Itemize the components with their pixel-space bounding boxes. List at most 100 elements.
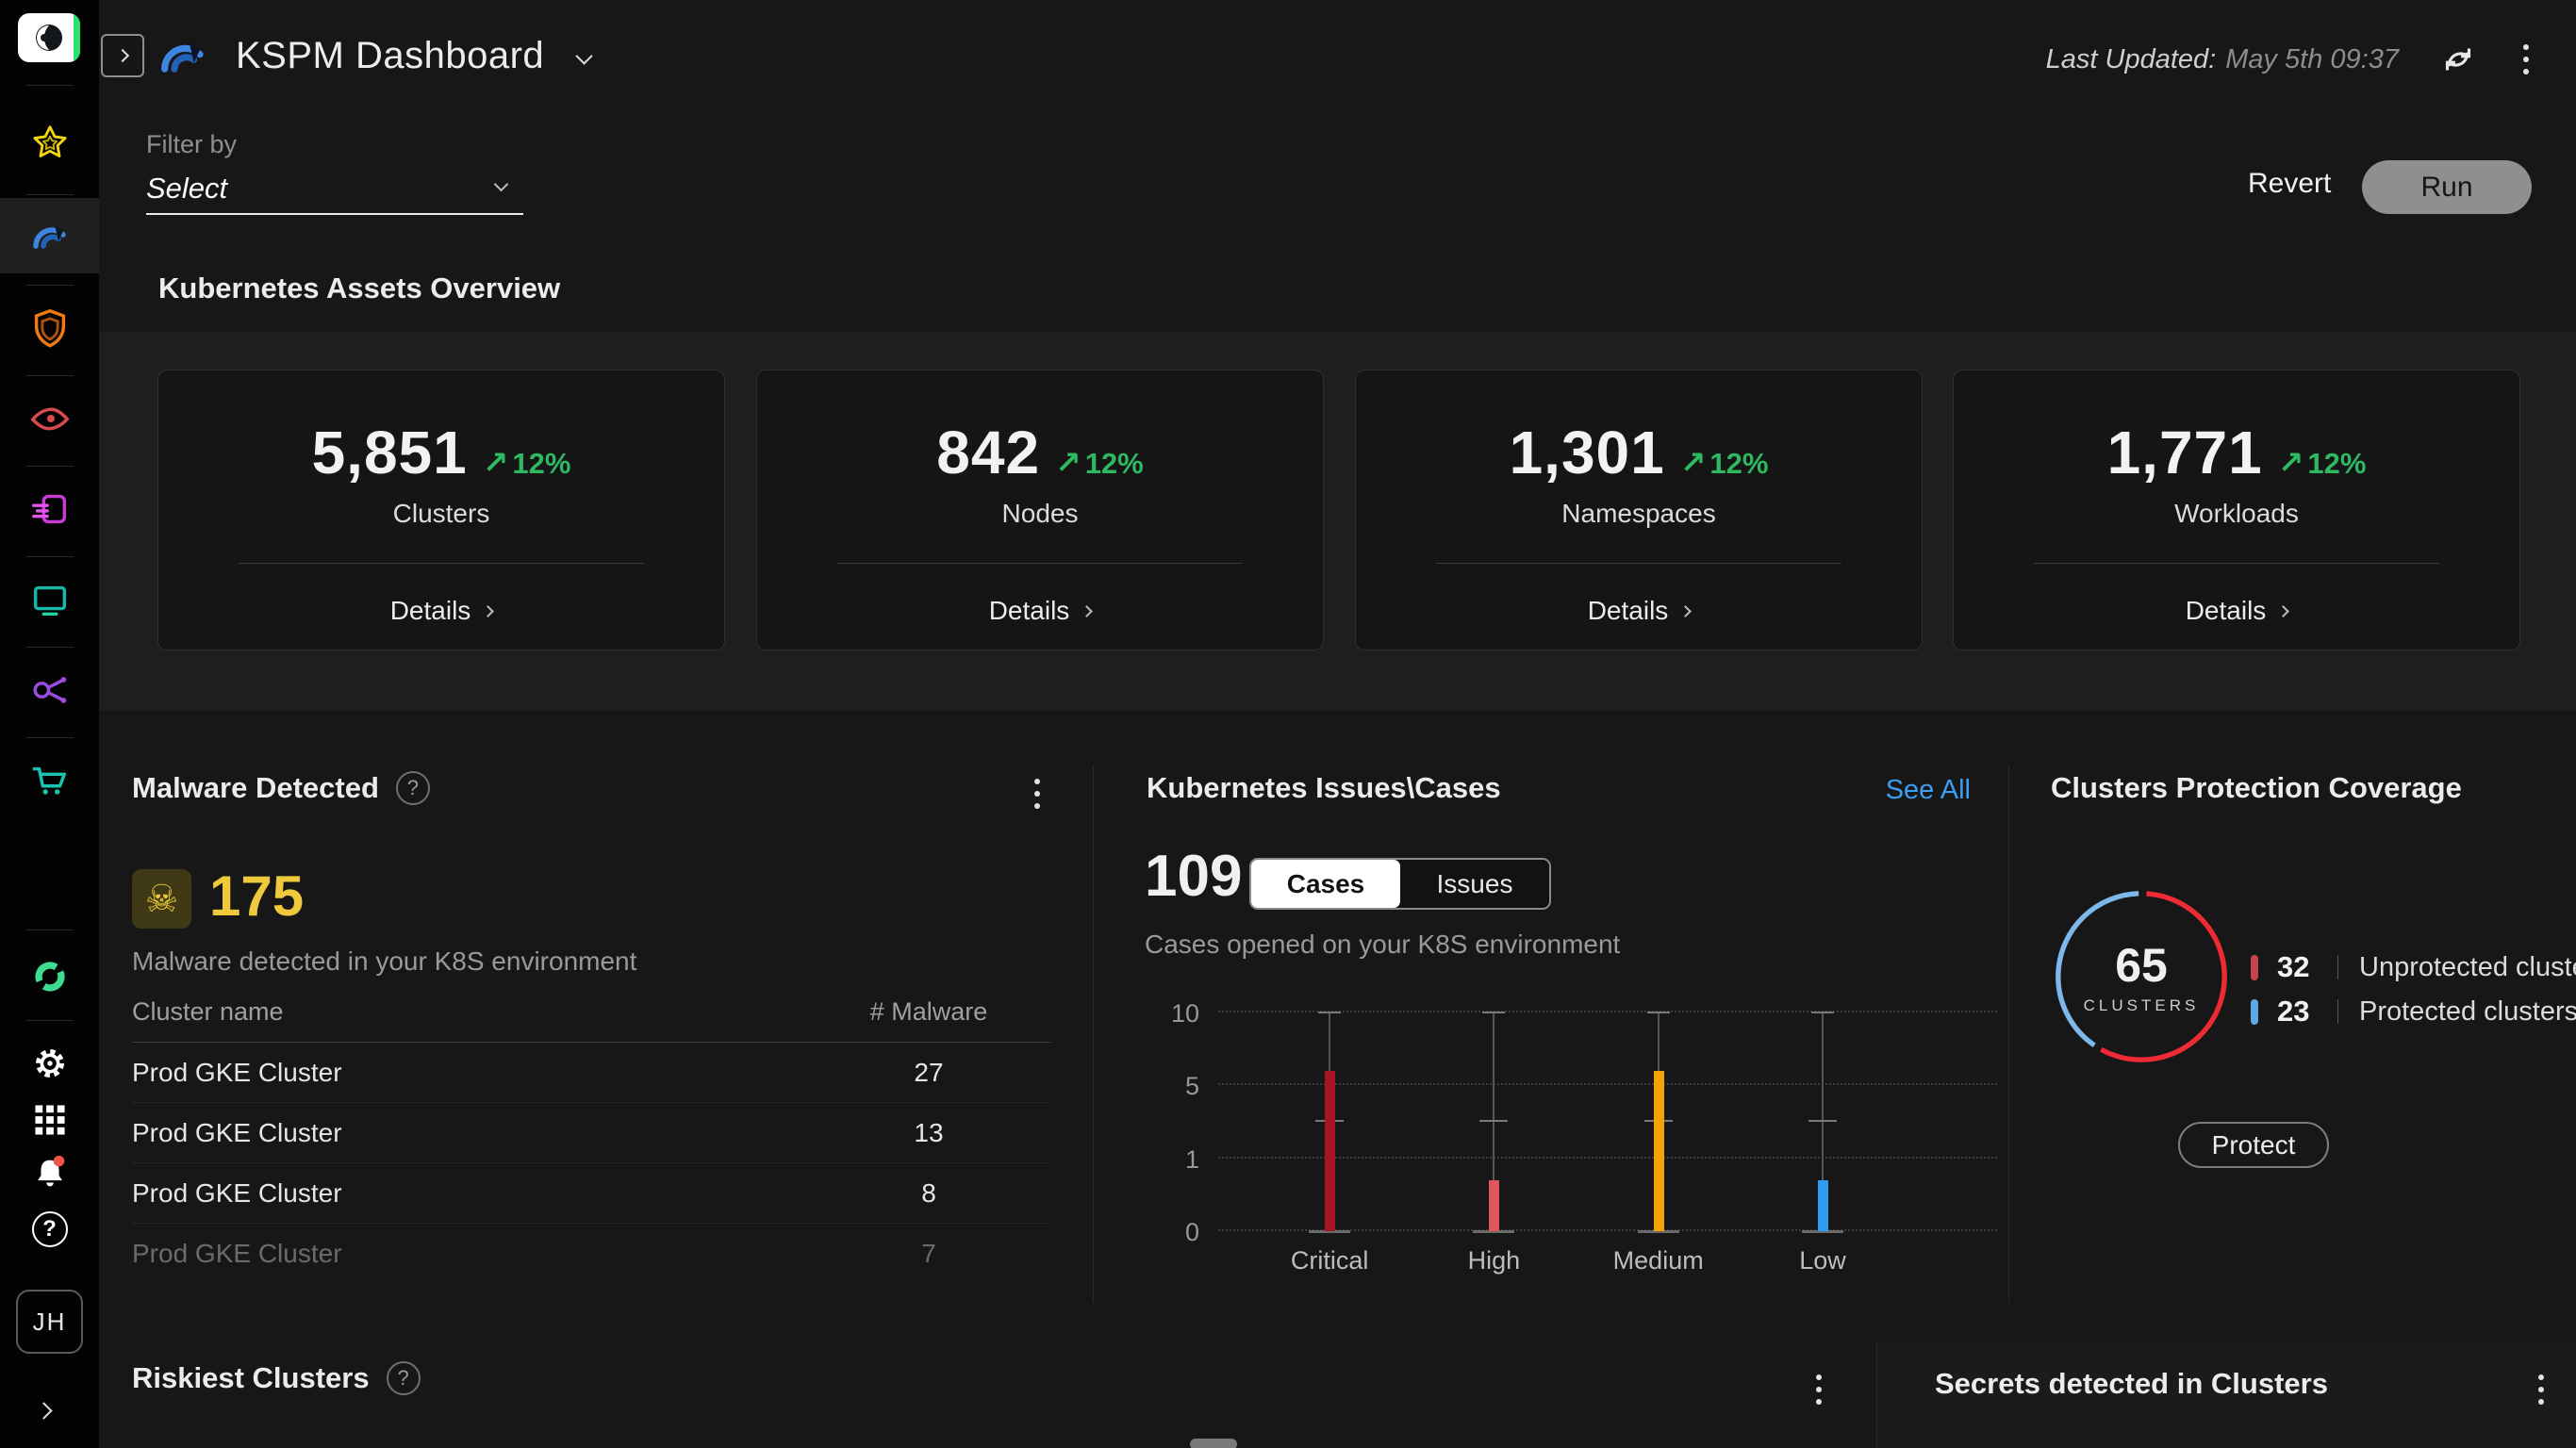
chevron-right-icon — [1081, 604, 1094, 617]
sidebar-item-compliance[interactable] — [0, 106, 99, 181]
tab-cases[interactable]: Cases — [1251, 860, 1400, 908]
stat-value: 842 — [936, 419, 1041, 486]
chevron-right-icon — [1679, 604, 1693, 617]
last-updated: Last Updated: May 5th 09:37 — [2045, 43, 2399, 74]
revert-button[interactable]: Revert — [2248, 168, 2331, 200]
sidebar-item-help[interactable]: ? — [0, 1203, 99, 1256]
sidebar-item-settings[interactable] — [0, 1037, 99, 1090]
filter-chevron-down-icon — [493, 176, 509, 192]
sidebar-item-detections[interactable] — [0, 381, 99, 456]
tab-issues[interactable]: Issues — [1400, 860, 1549, 908]
sidebar-item-loop[interactable] — [0, 939, 99, 1014]
chart-column-high: High — [1468, 1012, 1520, 1275]
chart-column-medium: Medium — [1613, 1012, 1704, 1275]
riskiest-kebab-menu[interactable] — [1810, 1369, 1827, 1410]
malware-help-icon[interactable]: ? — [395, 771, 430, 805]
trend-up-arrow-icon: ↗ — [482, 445, 509, 480]
header-kebab-menu[interactable] — [2518, 39, 2535, 80]
title-chevron-down-icon[interactable] — [575, 46, 593, 65]
product-logo[interactable] — [18, 13, 80, 62]
monitor-icon — [33, 585, 66, 617]
refresh-icon[interactable] — [2436, 38, 2480, 81]
details-link[interactable]: Details — [1588, 596, 1693, 626]
header-right: Last Updated: May 5th 09:37 — [2046, 38, 2535, 81]
malware-kebab-menu[interactable] — [1029, 773, 1046, 814]
assets-overview-band: 5,851 ↗ 12% Clusters Details 842 ↗ 12% Nod… — [99, 332, 2576, 711]
y-tick-0: 0 — [1184, 1218, 1199, 1247]
secrets-panel-title: Secrets detected in Clusters — [1935, 1367, 2328, 1400]
stat-card-clusters: 5,851 ↗ 12% Clusters Details — [157, 370, 725, 650]
sidebar: ? JH — [0, 0, 99, 1448]
user-avatar[interactable]: JH — [16, 1290, 83, 1354]
stat-card-nodes: 842 ↗ 12% Nodes Details — [756, 370, 1324, 650]
severity-chart: 0 1 5 10 Critical High Medium Low — [1171, 999, 1997, 1275]
filter-by-label: Filter by — [146, 130, 238, 158]
details-link[interactable]: Details — [2186, 596, 2290, 626]
donut-unit: CLUSTERS — [2083, 996, 2200, 1014]
sidebar-item-apps[interactable] — [0, 1094, 99, 1146]
sidebar-item-connections[interactable] — [0, 652, 99, 728]
trend-badge: ↗ 12% — [1679, 445, 1769, 480]
stat-value: 1,771 — [2106, 419, 2263, 486]
trend-up-arrow-icon: ↗ — [1055, 445, 1082, 480]
chart-column-critical: Critical — [1291, 1012, 1368, 1275]
run-button[interactable]: Run — [2362, 160, 2532, 214]
stat-label: Namespaces — [1561, 499, 1716, 528]
issues-panel-title: Kubernetes Issues\Cases — [1147, 771, 1501, 804]
see-all-link[interactable]: See All — [1886, 775, 1971, 806]
page-title: KSPM Dashboard — [236, 34, 545, 76]
stat-card-namespaces: 1,301 ↗ 12% Namespaces Details — [1355, 370, 1923, 650]
details-link[interactable]: Details — [989, 596, 1094, 626]
panel-divider — [1876, 1342, 1877, 1448]
bar-critical[interactable] — [1325, 1070, 1336, 1231]
sidebar-item-kspm-active[interactable] — [0, 198, 99, 273]
card-divider — [2034, 563, 2439, 564]
panel-expand-button[interactable] — [101, 34, 144, 77]
settings-gear-icon — [35, 1049, 64, 1078]
riskiest-clusters-header: Riskiest Clusters ? — [132, 1361, 421, 1395]
sidebar-expand-button[interactable] — [35, 1402, 53, 1422]
filter-select[interactable]: Select — [146, 172, 523, 215]
stat-label: Workloads — [2174, 499, 2299, 528]
eye-icon — [30, 407, 69, 431]
malware-count: 175 — [209, 864, 305, 928]
table-row[interactable]: Prod GKE Cluster 7 — [132, 1224, 1051, 1273]
riskiest-help-icon[interactable]: ? — [386, 1361, 421, 1395]
sidebar-item-notifications[interactable] — [0, 1146, 99, 1199]
loop-icon — [34, 962, 65, 992]
details-link[interactable]: Details — [390, 596, 495, 626]
protect-button[interactable]: Protect — [2178, 1122, 2329, 1168]
notifications-bell-icon — [37, 1155, 64, 1187]
secrets-panel-header: Secrets detected in Clusters — [1935, 1367, 2328, 1401]
y-tick-5: 5 — [1184, 1072, 1199, 1101]
cart-icon — [32, 766, 66, 795]
legend-unprotected: 32 Unprotected clusters — [2251, 950, 2576, 984]
donut-total: 65 — [2115, 939, 2168, 992]
header: KSPM Dashboard — [151, 26, 593, 85]
cases-issues-toggle: Cases Issues — [1249, 858, 1551, 910]
card-divider — [1436, 563, 1841, 564]
panel-divider — [1093, 765, 1094, 1303]
x-label-critical: Critical — [1290, 1246, 1369, 1275]
bar-medium[interactable] — [1653, 1070, 1664, 1231]
bar-low[interactable] — [1817, 1179, 1828, 1231]
horizontal-scrollbar-thumb[interactable] — [1190, 1439, 1237, 1448]
y-tick-10: 10 — [1170, 999, 1199, 1028]
sidebar-item-export[interactable] — [0, 471, 99, 547]
table-row[interactable]: Prod GKE Cluster 8 — [132, 1163, 1051, 1224]
card-divider — [239, 563, 644, 564]
help-icon: ? — [31, 1211, 68, 1247]
trend-badge: ↗ 12% — [482, 445, 571, 480]
secrets-kebab-menu[interactable] — [2533, 1369, 2550, 1410]
logo-green-strip — [74, 13, 80, 62]
issues-count: 109 — [1145, 844, 1243, 909]
table-row[interactable]: Prod GKE Cluster 13 — [132, 1103, 1051, 1163]
bar-high[interactable] — [1489, 1179, 1500, 1231]
sidebar-item-marketplace[interactable] — [0, 743, 99, 818]
sidebar-item-endpoints[interactable] — [0, 562, 99, 637]
sidebar-item-protection[interactable] — [0, 290, 99, 366]
trend-up-arrow-icon: ↗ — [2277, 445, 2304, 480]
legend-tick-red — [2251, 954, 2258, 980]
table-row[interactable]: Prod GKE Cluster 27 — [132, 1043, 1051, 1103]
malware-table-header: Cluster name # Malware — [132, 997, 1051, 1043]
